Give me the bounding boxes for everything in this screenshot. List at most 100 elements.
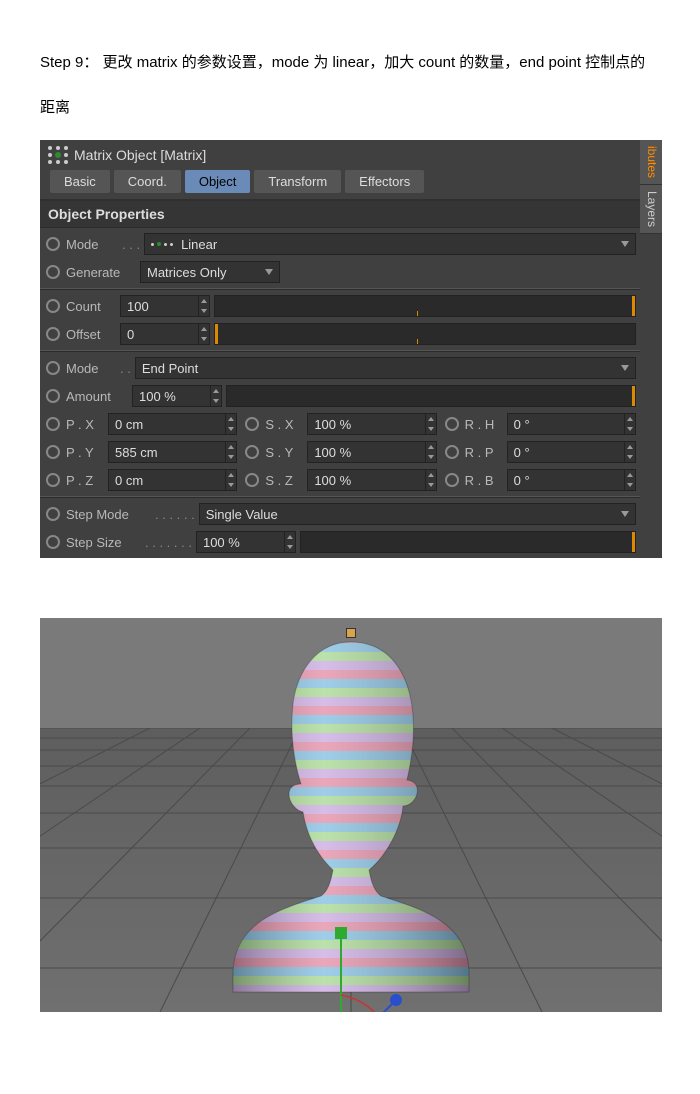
anim-dot-rb[interactable]: [445, 473, 459, 487]
sidebar-tab-attributes[interactable]: ibutes: [640, 140, 662, 185]
label-rp: R . P: [465, 445, 503, 460]
stepsize-slider[interactable]: [300, 531, 636, 553]
rh-field[interactable]: 0 °: [507, 413, 636, 435]
generate-value: Matrices Only: [147, 265, 226, 280]
mode2-dropdown[interactable]: End Point: [135, 357, 636, 379]
label-mode: Mode: [66, 237, 118, 252]
anim-dot-stepsize[interactable]: [46, 535, 60, 549]
sx-field[interactable]: 100 %: [307, 413, 436, 435]
dots: . . .: [122, 237, 140, 252]
py-value: 585 cm: [109, 445, 225, 460]
anim-dot-px[interactable]: [46, 417, 60, 431]
label-rb: R . B: [465, 473, 503, 488]
amount-spinner[interactable]: [210, 386, 221, 406]
anim-dot-sx[interactable]: [245, 417, 259, 431]
rp-value: 0 °: [508, 445, 624, 460]
anim-dot-pz[interactable]: [46, 473, 60, 487]
pz-spinner[interactable]: [225, 470, 236, 490]
anim-dot-amount[interactable]: [46, 389, 60, 403]
sy-spinner[interactable]: [425, 442, 436, 462]
count-field[interactable]: 100: [120, 295, 210, 317]
py-spinner[interactable]: [225, 442, 236, 462]
label-offset: Offset: [66, 327, 116, 342]
rp-field[interactable]: 0 °: [507, 441, 636, 463]
anim-dot-generate[interactable]: [46, 265, 60, 279]
anim-dot-rp[interactable]: [445, 445, 459, 459]
sz-field[interactable]: 100 %: [307, 469, 436, 491]
rh-spinner[interactable]: [624, 414, 635, 434]
sy-field[interactable]: 100 %: [307, 441, 436, 463]
anim-dot-mode2[interactable]: [46, 361, 60, 375]
panel-title-row: Matrix Object [Matrix]: [40, 140, 640, 166]
mode-value: Linear: [181, 237, 217, 252]
3d-viewport[interactable]: [40, 618, 662, 1012]
offset-slider[interactable]: [214, 323, 636, 345]
anim-dot-sy[interactable]: [245, 445, 259, 459]
selection-cube-icon: [346, 628, 356, 638]
sx-spinner[interactable]: [425, 414, 436, 434]
label-px: P . X: [66, 417, 104, 432]
tab-transform[interactable]: Transform: [254, 170, 341, 193]
count-value: 100: [121, 299, 198, 314]
rb-spinner[interactable]: [624, 470, 635, 490]
dots3: . . . . . .: [155, 507, 195, 522]
anim-dot-count[interactable]: [46, 299, 60, 313]
bust-model: [211, 634, 491, 994]
label-rh: R . H: [465, 417, 503, 432]
rb-value: 0 °: [508, 473, 624, 488]
px-spinner[interactable]: [225, 414, 236, 434]
label-amount: Amount: [66, 389, 128, 404]
pz-field[interactable]: 0 cm: [108, 469, 237, 491]
linear-icon: [151, 239, 175, 249]
mode-dropdown[interactable]: Linear: [144, 233, 636, 255]
label-sx: S . X: [265, 417, 303, 432]
matrix-object-icon: [48, 146, 68, 164]
label-sz: S . Z: [265, 473, 303, 488]
rp-spinner[interactable]: [624, 442, 635, 462]
label-sy: S . Y: [265, 445, 303, 460]
label-generate: Generate: [66, 265, 136, 280]
panel-tabs: Basic Coord. Object Transform Effectors: [40, 166, 640, 200]
px-field[interactable]: 0 cm: [108, 413, 237, 435]
tab-object[interactable]: Object: [185, 170, 251, 193]
panel-title: Matrix Object [Matrix]: [74, 147, 206, 163]
anim-dot-rh[interactable]: [445, 417, 459, 431]
section-header: Object Properties: [40, 200, 640, 227]
py-field[interactable]: 585 cm: [108, 441, 237, 463]
anim-dot-mode[interactable]: [46, 237, 60, 251]
tab-effectors[interactable]: Effectors: [345, 170, 424, 193]
stepmode-dropdown[interactable]: Single Value: [199, 503, 636, 525]
anim-dot-sz[interactable]: [245, 473, 259, 487]
stepsize-field[interactable]: 100 %: [196, 531, 296, 553]
px-value: 0 cm: [109, 417, 225, 432]
anim-dot-py[interactable]: [46, 445, 60, 459]
anim-dot-stepmode[interactable]: [46, 507, 60, 521]
sx-value: 100 %: [308, 417, 424, 432]
count-spinner[interactable]: [198, 296, 209, 316]
label-stepsize: Step Size: [66, 535, 141, 550]
dots4: . . . . . . .: [145, 535, 192, 550]
offset-field[interactable]: 0: [120, 323, 210, 345]
amount-field[interactable]: 100 %: [132, 385, 222, 407]
rh-value: 0 °: [508, 417, 624, 432]
tab-coord[interactable]: Coord.: [114, 170, 181, 193]
tab-basic[interactable]: Basic: [50, 170, 110, 193]
stepsize-spinner[interactable]: [284, 532, 295, 552]
count-slider[interactable]: [214, 295, 636, 317]
stepsize-value: 100 %: [197, 535, 284, 550]
sz-spinner[interactable]: [425, 470, 436, 490]
rb-field[interactable]: 0 °: [507, 469, 636, 491]
offset-spinner[interactable]: [198, 324, 209, 344]
sy-value: 100 %: [308, 445, 424, 460]
label-count: Count: [66, 299, 116, 314]
amount-slider[interactable]: [226, 385, 636, 407]
amount-value: 100 %: [133, 389, 210, 404]
anim-dot-offset[interactable]: [46, 327, 60, 341]
label-pz: P . Z: [66, 473, 104, 488]
sidebar-tab-layers[interactable]: Layers: [640, 185, 662, 234]
stepmode-value: Single Value: [206, 507, 278, 522]
generate-dropdown[interactable]: Matrices Only: [140, 261, 280, 283]
sz-value: 100 %: [308, 473, 424, 488]
attribute-panel: ibutes Layers Matrix Object [Matrix] Bas…: [40, 140, 662, 558]
mode2-value: End Point: [142, 361, 198, 376]
